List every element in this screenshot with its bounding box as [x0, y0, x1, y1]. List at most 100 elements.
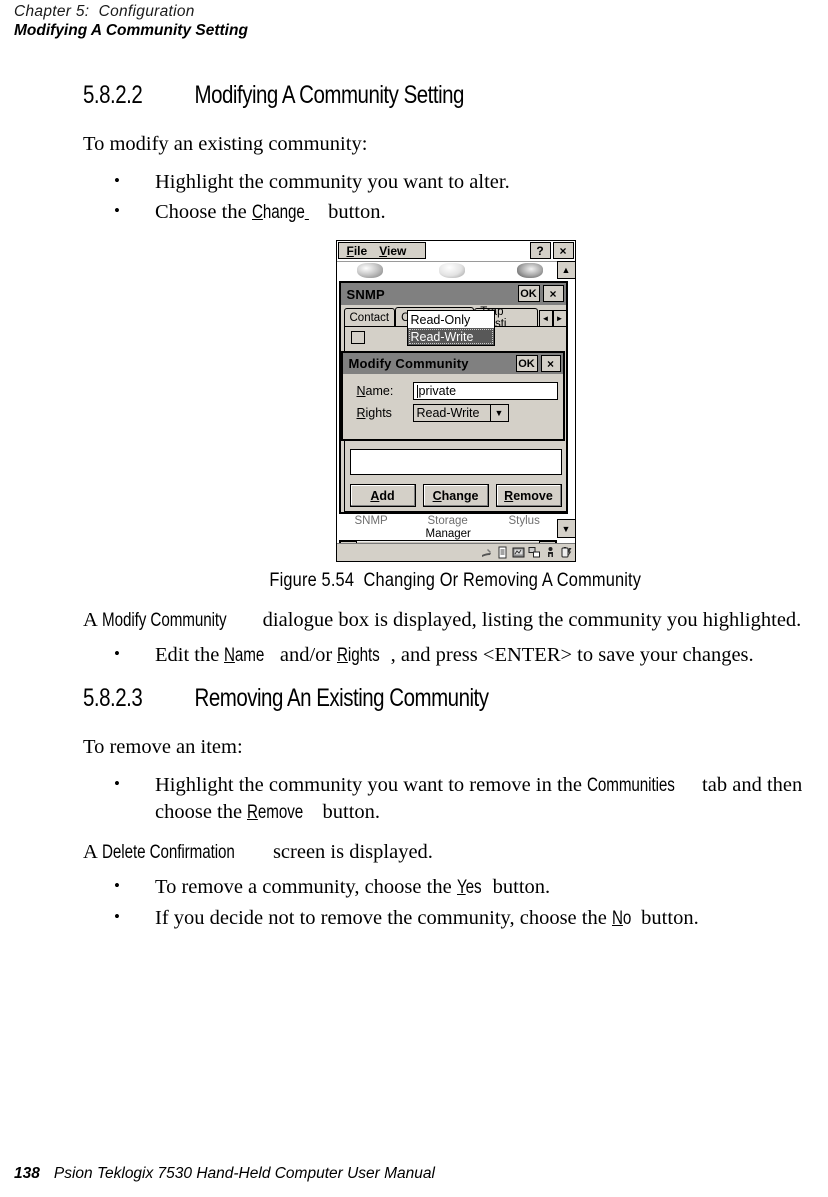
- modify-dialog-title-bar: Modify Community OK ×: [342, 353, 563, 374]
- dropdown-option-read-only[interactable]: Read-Only: [408, 311, 494, 328]
- device-menu-group[interactable]: File View: [337, 242, 426, 259]
- modify-ok-button[interactable]: OK: [515, 355, 538, 372]
- list-item: If you decide not to remove the communit…: [83, 904, 828, 932]
- communities-listbox[interactable]: [349, 449, 562, 475]
- bullet-list-remove: Highlight the community you want to remo…: [83, 771, 828, 826]
- name-input-value: private: [418, 384, 457, 398]
- communities-button-row: Add Change Remove: [349, 484, 562, 507]
- document-icon[interactable]: [496, 546, 509, 559]
- header-title: Modifying A Community Setting: [14, 22, 248, 39]
- battery-icon[interactable]: [560, 546, 573, 559]
- yes-post: button.: [487, 876, 551, 898]
- hand-stylus-icon[interactable]: [480, 546, 493, 559]
- rights-field-row: Rights Read-Write ▼: [357, 404, 509, 422]
- section-number: 5.8.2.2: [83, 81, 143, 109]
- yes-pre: To remove a community, choose the: [155, 876, 457, 898]
- help-button[interactable]: ?: [529, 242, 551, 259]
- tab-prev-button[interactable]: ◄: [538, 310, 553, 327]
- page-running-header: Chapter 5: Configuration Modifying A Com…: [14, 2, 714, 41]
- modify-close-icon[interactable]: ×: [540, 355, 561, 372]
- intro-paragraph-modify: To modify an existing community:: [83, 133, 368, 155]
- add-button[interactable]: Add: [349, 484, 416, 507]
- ui-term-name: Name: [224, 645, 265, 666]
- device-menubar: File View ? ×: [336, 241, 575, 260]
- desktop-icon-stylus[interactable]: [516, 263, 543, 278]
- delete-confirmation-description: A Delete Confirmation screen is displaye…: [83, 840, 828, 865]
- menu-file[interactable]: File: [347, 244, 368, 258]
- page-footer: 138 Psion Teklogix 7530 Hand-Held Compute…: [14, 1165, 435, 1183]
- chevron-down-icon[interactable]: ▼: [490, 404, 509, 422]
- change-button[interactable]: Change: [422, 484, 489, 507]
- device-screenshot: File View ? × ▲ SNMP Storage Manager Sty…: [335, 240, 576, 562]
- desc-pre: A: [83, 609, 102, 631]
- desktop-label-stylus: Stylus: [508, 515, 540, 527]
- modify-dialog-description: A Modify Community dialogue box is displ…: [83, 608, 828, 633]
- bullet-text: Highlight the community you want to alte…: [155, 171, 510, 193]
- modify-dialog-title: Modify Community: [348, 356, 469, 371]
- ui-term-delete-confirmation: Delete Confirmation: [101, 842, 235, 863]
- section-title: Removing An Existing Community: [194, 684, 489, 712]
- ui-term-rights: Rights: [337, 645, 381, 666]
- bullet-text-pre: Choose the: [155, 201, 252, 223]
- scroll-up-button[interactable]: ▲: [556, 261, 575, 279]
- list-item: To remove a community, choose the Yes bu…: [83, 873, 828, 901]
- page-number: 138: [14, 1165, 40, 1182]
- snmp-ok-button[interactable]: OK: [517, 285, 540, 302]
- device-taskbar: [336, 543, 575, 561]
- no-pre: If you decide not to remove the communit…: [155, 907, 612, 929]
- intro-paragraph-remove: To remove an item:: [83, 736, 243, 758]
- connection-icon[interactable]: [528, 546, 541, 559]
- person-icon[interactable]: [544, 546, 557, 559]
- header-chapter: Chapter 5: Configuration: [14, 3, 195, 20]
- remove-pre: Highlight the community you want to remo…: [155, 774, 588, 796]
- list-item: Highlight the community you want to remo…: [83, 771, 828, 826]
- desc-post: dialogue box is displayed, listing the c…: [257, 609, 802, 631]
- section-heading-5-8-2-2: 5.8.2.2 Modifying A Community Setting: [83, 80, 694, 110]
- remove-button[interactable]: Remove: [495, 484, 562, 507]
- edit-post: , and press <ENTER> to save your changes…: [390, 644, 754, 666]
- device-desktop-strip: [336, 261, 575, 280]
- no-post: button.: [636, 907, 699, 929]
- tab-scroll-arrows: ◄ ►: [538, 310, 567, 327]
- name-field-row: Name: private: [357, 382, 558, 400]
- section-number: 5.8.2.3: [83, 684, 143, 712]
- rights-label: Rights: [356, 406, 392, 420]
- remove-post: button.: [317, 801, 381, 823]
- bullet-text-post: button.: [322, 201, 386, 223]
- desktop-icon-snmp[interactable]: [356, 263, 383, 278]
- snmp-close-icon[interactable]: ×: [542, 285, 564, 302]
- rights-dropdown-list[interactable]: Read-Only Read-Write: [406, 310, 495, 346]
- ui-term-no: No: [611, 908, 632, 929]
- figure-5-54: File View ? × ▲ SNMP Storage Manager Sty…: [83, 240, 828, 592]
- ui-term-remove: Remove: [247, 802, 304, 823]
- list-item: Choose the Change button.: [83, 198, 828, 226]
- list-item: Highlight the community you want to alte…: [83, 168, 828, 195]
- desktop-label-storage: Storage: [427, 515, 468, 527]
- network-icon[interactable]: [512, 546, 525, 559]
- name-input[interactable]: private: [412, 382, 558, 400]
- dropdown-option-read-write[interactable]: Read-Write: [407, 328, 494, 345]
- scroll-down-button[interactable]: ▼: [556, 519, 575, 538]
- tab-contact[interactable]: Contact: [343, 308, 396, 327]
- figure-caption: Figure 5.54 Changing Or Removing A Commu…: [269, 569, 642, 591]
- desktop-icon-storage-manager[interactable]: [438, 263, 465, 278]
- list-item: Edit the Name and/or Rights , and press <…: [83, 641, 828, 669]
- menu-view[interactable]: View: [379, 244, 406, 258]
- name-label: Name:: [356, 384, 394, 398]
- bullet-list-confirm: To remove a community, choose the Yes bu…: [83, 873, 828, 932]
- enable-checkbox[interactable]: [350, 331, 365, 344]
- edit-pre: Edit the: [155, 644, 225, 666]
- tab-next-button[interactable]: ►: [552, 310, 567, 327]
- section-title: Modifying A Community Setting: [194, 81, 465, 109]
- bullet-list-modify: Highlight the community you want to alte…: [83, 168, 828, 226]
- ui-term-modify-community: Modify Community: [101, 610, 227, 631]
- edit-mid: and/or: [274, 644, 338, 666]
- desktop-label-snmp: SNMP: [354, 515, 388, 527]
- snmp-title-bar: SNMP OK ×: [340, 283, 566, 305]
- ui-term-change: Change: [251, 202, 305, 223]
- bullet-list-edit: Edit the Name and/or Rights , and press <…: [83, 641, 828, 669]
- rights-combobox[interactable]: Read-Write: [412, 404, 491, 422]
- section-heading-5-8-2-3: 5.8.2.3 Removing An Existing Community: [83, 683, 694, 713]
- close-icon[interactable]: ×: [552, 242, 574, 259]
- modify-community-dialog: Modify Community OK × Name: private Righ…: [340, 351, 565, 441]
